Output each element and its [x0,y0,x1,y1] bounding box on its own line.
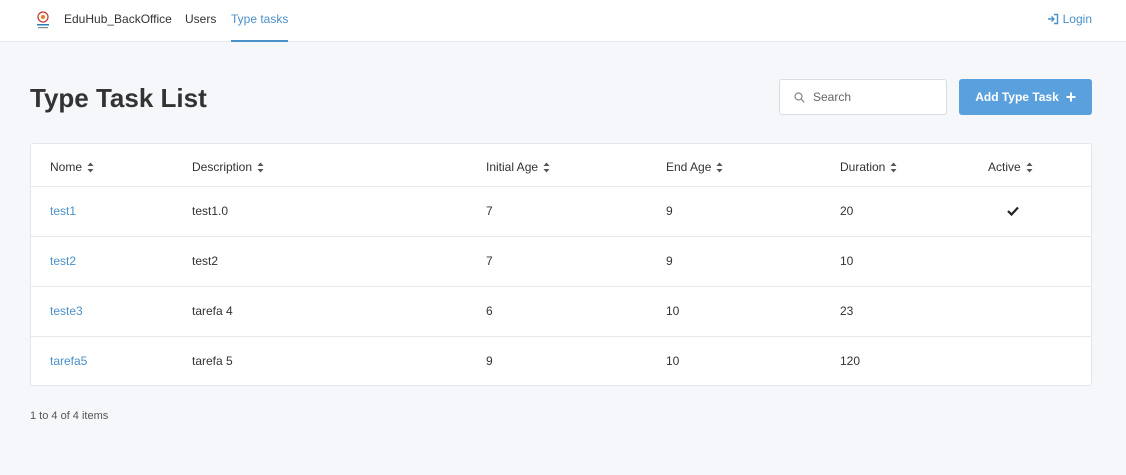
row-description: tarefa 5 [192,354,233,368]
sort-icon [716,162,723,172]
plus-icon [1066,92,1076,102]
page-title: Type Task List [30,83,207,113]
table-row: test1 test1.0 7 9 20 [31,187,1091,237]
sort-icon [890,162,897,172]
nav-brand[interactable]: EduHub_BackOffice [64,12,172,26]
eduhub-logo-icon[interactable] [35,11,51,31]
nav-link-type-tasks[interactable]: Type tasks [231,12,288,26]
nav-active-indicator [231,40,288,42]
search-box[interactable] [779,79,947,115]
table-row: test2 test2 7 9 10 [31,237,1091,287]
sort-icon [543,162,550,172]
row-end-age: 10 [666,304,680,318]
column-header-label: Description [192,160,253,174]
row-initial-age: 9 [486,354,493,368]
table-row: tarefa5 tarefa 5 9 10 120 [31,337,1091,387]
row-end-age: 9 [666,204,673,218]
column-header-label: End Age [666,160,712,174]
sign-in-icon [1047,13,1058,25]
column-header-duration[interactable]: Duration [840,160,897,174]
row-duration: 120 [840,354,861,368]
active-check-icon [1007,206,1019,216]
row-initial-age: 7 [486,204,493,218]
row-nome-link[interactable]: tarefa5 [50,354,87,368]
row-description: test1.0 [192,204,229,218]
nav-link-users[interactable]: Users [185,12,216,26]
row-nome-link[interactable]: teste3 [50,304,83,318]
column-header-active[interactable]: Active [988,160,1033,174]
column-header-label: Nome [50,160,83,174]
column-header-initial-age[interactable]: Initial Age [486,160,550,174]
row-nome-link[interactable]: test2 [50,254,76,268]
column-header-nome[interactable]: Nome [50,160,94,174]
column-header-label: Initial Age [486,160,539,174]
search-input[interactable] [813,90,933,104]
row-duration: 10 [840,254,854,268]
row-nome-link[interactable]: test1 [50,204,76,218]
row-initial-age: 7 [486,254,493,268]
add-type-task-button[interactable]: Add Type Task [959,79,1092,115]
column-header-end-age[interactable]: End Age [666,160,723,174]
add-type-task-label: Add Type Task [975,90,1059,104]
type-task-table: Nome Description Initial Age End Age Dur… [30,143,1092,386]
row-end-age: 10 [666,354,680,368]
login-link[interactable]: Login [1047,12,1092,26]
sort-icon [1026,162,1033,172]
row-description: test2 [192,254,219,268]
row-duration: 20 [840,204,854,218]
sort-icon [257,162,264,172]
column-header-description[interactable]: Description [192,160,264,174]
column-header-label: Duration [840,160,886,174]
row-description: tarefa 4 [192,304,233,318]
login-label: Login [1062,12,1092,26]
row-end-age: 9 [666,254,673,268]
table-row: teste3 tarefa 4 6 10 23 [31,287,1091,337]
pagination-info: 1 to 4 of 4 items [30,410,109,422]
sort-icon [87,162,94,172]
top-navbar: EduHub_BackOffice Users Type tasks Login [0,0,1126,42]
column-header-label: Active [988,160,1021,174]
row-initial-age: 6 [486,304,493,318]
search-icon [794,91,805,103]
row-duration: 23 [840,304,854,318]
